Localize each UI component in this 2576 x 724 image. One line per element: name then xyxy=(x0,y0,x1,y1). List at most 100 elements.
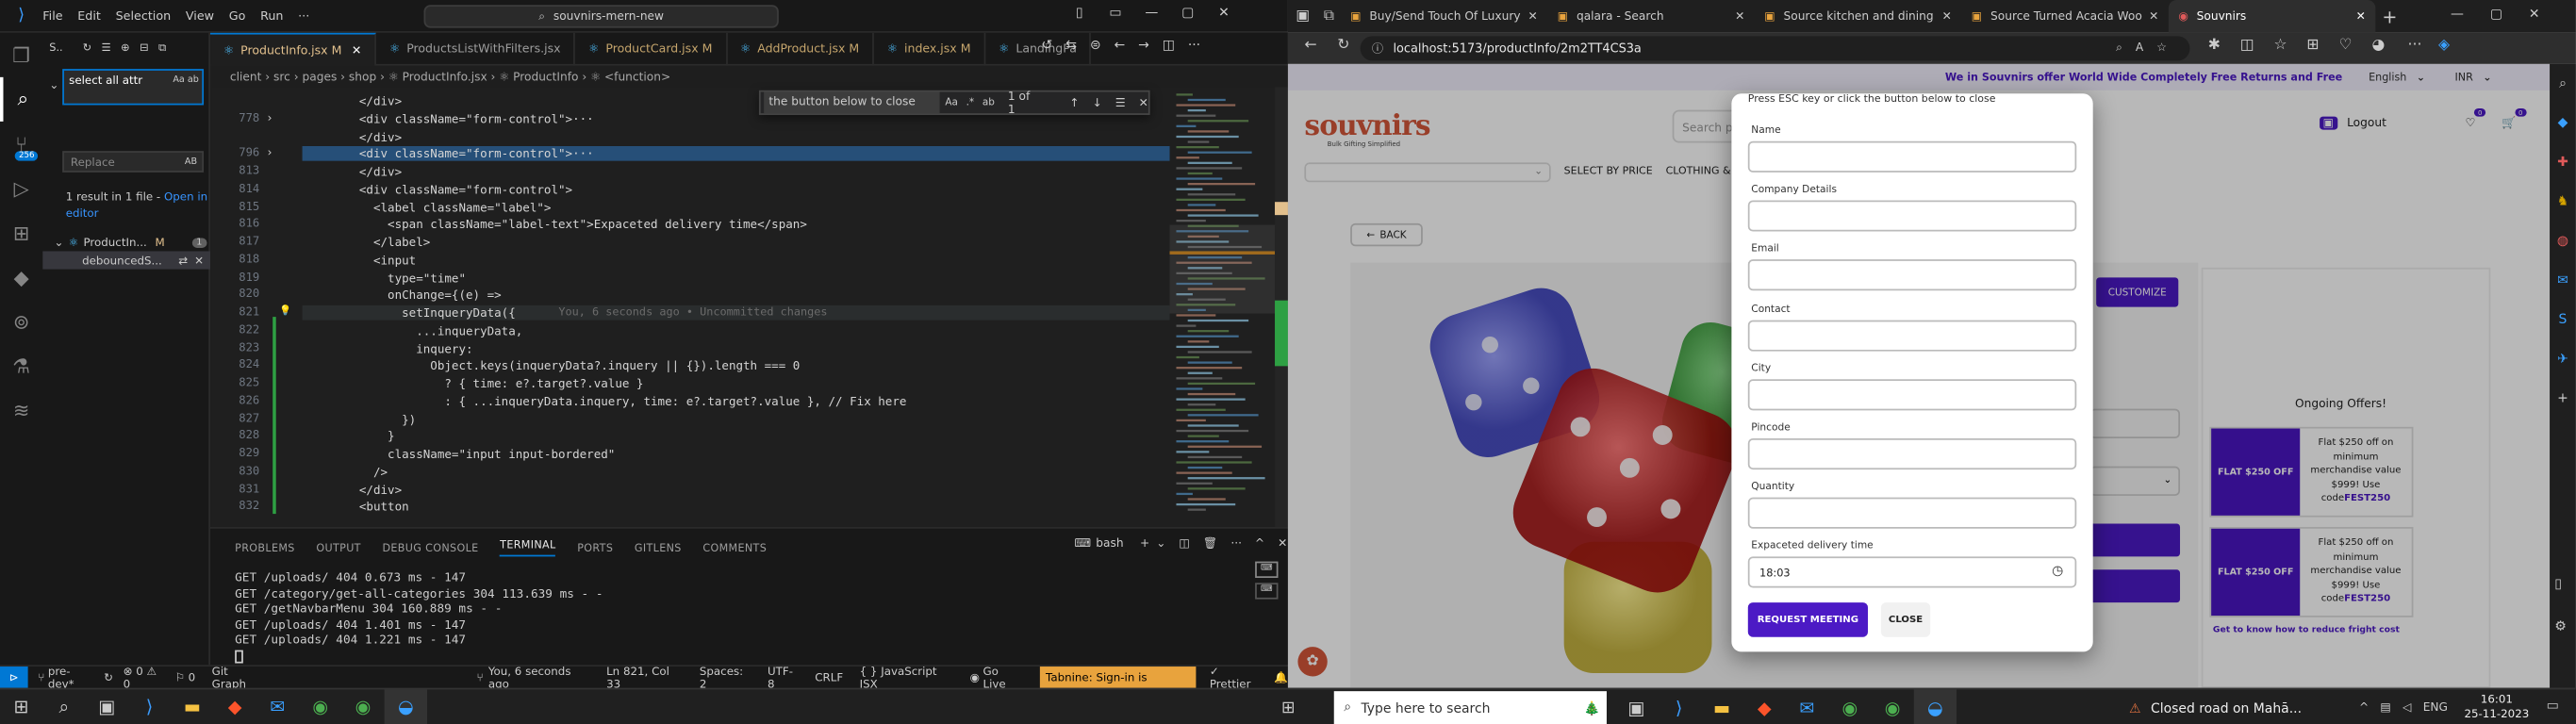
compare-icon[interactable]: ⇆ xyxy=(1065,38,1077,53)
edge-taskbar-icon[interactable]: ◒ xyxy=(384,688,427,724)
chrome-pinned-icon-2[interactable]: ◉ xyxy=(1871,689,1913,724)
git-graph-button[interactable]: Git Graph xyxy=(212,664,263,690)
field-input-1[interactable] xyxy=(1747,200,2077,232)
clock-icon[interactable]: ◷ xyxy=(2052,564,2063,579)
panel-tab-output[interactable]: OUTPUT xyxy=(316,541,360,554)
start-menu-icon[interactable]: ⊞ xyxy=(0,689,42,724)
menu-item-3[interactable]: View xyxy=(186,8,214,24)
problems-count[interactable]: ⊗ 0 ⚠ 0 xyxy=(124,664,166,690)
taskbar-search-box[interactable]: ⌕ Type here to search 🎄 xyxy=(1333,691,1607,724)
outlook-icon[interactable]: ✉ xyxy=(2550,261,2576,301)
chrome-icon[interactable]: ◉ xyxy=(299,689,341,724)
panel-tab-ports[interactable]: PORTS xyxy=(577,541,613,554)
tools-icon[interactable]: ✚ xyxy=(2550,143,2576,183)
branch-name[interactable]: pre-dev* xyxy=(48,664,94,690)
explorer-icon[interactable]: ❐ xyxy=(0,33,42,77)
field-input-6[interactable] xyxy=(1747,498,2077,530)
request-meeting-button[interactable]: REQUEST MEETING xyxy=(1747,602,1868,637)
tray-chevron-icon[interactable]: ^ xyxy=(2359,701,2369,715)
panel-tab-problems[interactable]: PROBLEMS xyxy=(235,541,295,554)
menu-item-0[interactable]: File xyxy=(42,8,62,24)
collapse-all-icon[interactable]: ⊟ xyxy=(140,41,149,55)
extensions-icon[interactable]: ⊞ xyxy=(0,210,42,255)
copilot-icon[interactable]: ◈ xyxy=(2438,38,2450,54)
find-whole-word-icon[interactable]: ab xyxy=(983,97,995,108)
volume-icon[interactable]: ◁ xyxy=(2403,701,2411,715)
more-actions-icon[interactable]: ⧉ xyxy=(158,41,166,56)
edge-pinned-icon[interactable]: ◒ xyxy=(1913,689,1957,724)
menu-item-1[interactable]: Edit xyxy=(77,8,101,24)
news-widget[interactable]: ⚠ Closed road on Mahā... xyxy=(2129,689,2302,724)
panel-tab-terminal[interactable]: TERMINAL xyxy=(500,538,556,557)
terminal-instance-icon-2[interactable]: ⌨ xyxy=(1255,583,1279,600)
sidebar-layout-icon[interactable]: ▯ xyxy=(2554,576,2562,591)
notification-center-icon[interactable]: ▭ xyxy=(2547,698,2559,713)
address-bar[interactable]: ⓘ localhost:5173/productInfo/2m2TT4CS3a … xyxy=(1360,36,2190,61)
toggle-sidebar-icon[interactable]: ▯ xyxy=(1062,5,1098,20)
replace-input[interactable]: Replace AB xyxy=(62,151,205,173)
maximize-button[interactable]: ▢ xyxy=(1170,5,1206,20)
menu-item-5[interactable]: Run xyxy=(260,8,283,24)
sidebar-settings-icon[interactable]: ⚙ xyxy=(2554,619,2566,634)
search-view-icon[interactable]: ⌕ xyxy=(0,76,42,122)
remote-explorer-icon[interactable]: ⊚ xyxy=(0,299,42,343)
favorites-icon[interactable]: ☆ xyxy=(2273,38,2287,54)
field-input-4[interactable] xyxy=(1747,378,2077,411)
browser-tab-1[interactable]: ▣ qalara - Search ✕ xyxy=(1547,0,1755,33)
close-browser-tab-icon[interactable]: ✕ xyxy=(1528,9,1538,23)
docker-icon[interactable]: ≋ xyxy=(0,387,42,432)
find-next-icon[interactable]: ↓ xyxy=(1093,96,1102,109)
windows-logo-icon[interactable]: ⊞ xyxy=(1281,689,1310,724)
vscode-taskbar-icon[interactable]: ⟩ xyxy=(128,689,171,724)
tab-0[interactable]: ⚛ ProductInfo.jsx M ✕ xyxy=(210,31,377,65)
games-icon[interactable]: ♞ xyxy=(2550,182,2576,222)
office-icon[interactable]: ◍ xyxy=(2550,222,2576,261)
dismiss-match-icon[interactable]: ✕ xyxy=(194,254,204,267)
match-case-icon[interactable]: Aa ab xyxy=(173,74,198,89)
collections-icon[interactable]: ⊞ xyxy=(2306,38,2319,54)
menu-item-6[interactable]: ··· xyxy=(298,8,309,24)
close-browser-tab-icon[interactable]: ✕ xyxy=(2356,9,2366,23)
panel-tab-comments[interactable]: COMMENTS xyxy=(702,541,767,554)
brave-icon[interactable]: ◆ xyxy=(213,689,256,724)
replace-match-icon[interactable]: ⇄ xyxy=(178,254,188,267)
command-center-search[interactable]: ⌕ souvnirs-mern-new xyxy=(423,5,779,28)
reload-icon[interactable]: ↻ xyxy=(1337,38,1349,54)
tab-2[interactable]: ⚛ ProductCard.jsx M xyxy=(575,31,728,65)
tab-actions-icon[interactable]: ⧉ xyxy=(1317,8,1340,25)
network-icon[interactable]: ▤ xyxy=(2380,701,2391,715)
explorer-pinned-icon[interactable]: ▬ xyxy=(1700,689,1742,724)
profile-avatar-icon[interactable]: ◕ xyxy=(2371,38,2385,54)
remote-icon[interactable]: ⊳ xyxy=(0,666,28,689)
field-input-0[interactable] xyxy=(1747,140,2077,173)
close-browser-tab-icon[interactable]: ✕ xyxy=(1942,9,1952,23)
terminal-shell-name[interactable]: bash xyxy=(1096,536,1123,550)
notifications-icon[interactable]: 🔔 xyxy=(1274,670,1288,683)
address-bar-actions[interactable]: ⌕A☆ xyxy=(2116,41,2180,57)
maximize-panel-icon[interactable]: ^ xyxy=(1255,536,1264,550)
git-history-icon[interactable]: ↺ xyxy=(1042,38,1053,53)
tab-3[interactable]: ⚛ AddProduct.jsx M xyxy=(727,31,874,65)
add-sidebar-icon[interactable]: + xyxy=(2550,379,2576,419)
drop-icon[interactable]: ✈ xyxy=(2550,339,2576,379)
split-screen-icon[interactable]: ◫ xyxy=(2240,38,2254,54)
browser-tab-0[interactable]: ▣ Buy/Send Touch Of Luxury Re ✕ xyxy=(1341,0,1548,33)
terminal-dropdown-icon[interactable]: ⌄ xyxy=(1156,536,1165,550)
new-search-editor-icon[interactable]: ⊕ xyxy=(121,41,130,55)
lightbulb-icon[interactable]: 💡 xyxy=(279,305,291,317)
browser-menu-icon[interactable]: ··· xyxy=(2408,38,2422,54)
task-view-icon[interactable]: ▣ xyxy=(86,689,128,724)
new-terminal-icon[interactable]: + xyxy=(1140,536,1149,550)
browser-tab-3[interactable]: ▣ Source Turned Acacia Wood ✕ xyxy=(1961,0,2169,33)
shopping-icon[interactable]: ◆ xyxy=(2550,104,2576,143)
field-input-3[interactable] xyxy=(1747,319,2077,351)
search-input[interactable]: select all attr Aa ab xyxy=(62,69,205,106)
cursor-position[interactable]: Ln 821, Col 33 xyxy=(606,664,683,690)
sync-icon[interactable]: ↻ xyxy=(104,670,113,683)
terminal-instance-icon[interactable]: ⌨ xyxy=(1255,561,1279,579)
browser-window-controls[interactable]: —▢✕ xyxy=(2451,7,2566,22)
close-browser-tab-icon[interactable]: ✕ xyxy=(1735,9,1744,23)
prettier-status[interactable]: ✓ Prettier xyxy=(1210,664,1261,690)
kill-terminal-icon[interactable]: 🗑 xyxy=(1203,536,1217,550)
close-tab-icon[interactable]: ✕ xyxy=(352,41,362,57)
